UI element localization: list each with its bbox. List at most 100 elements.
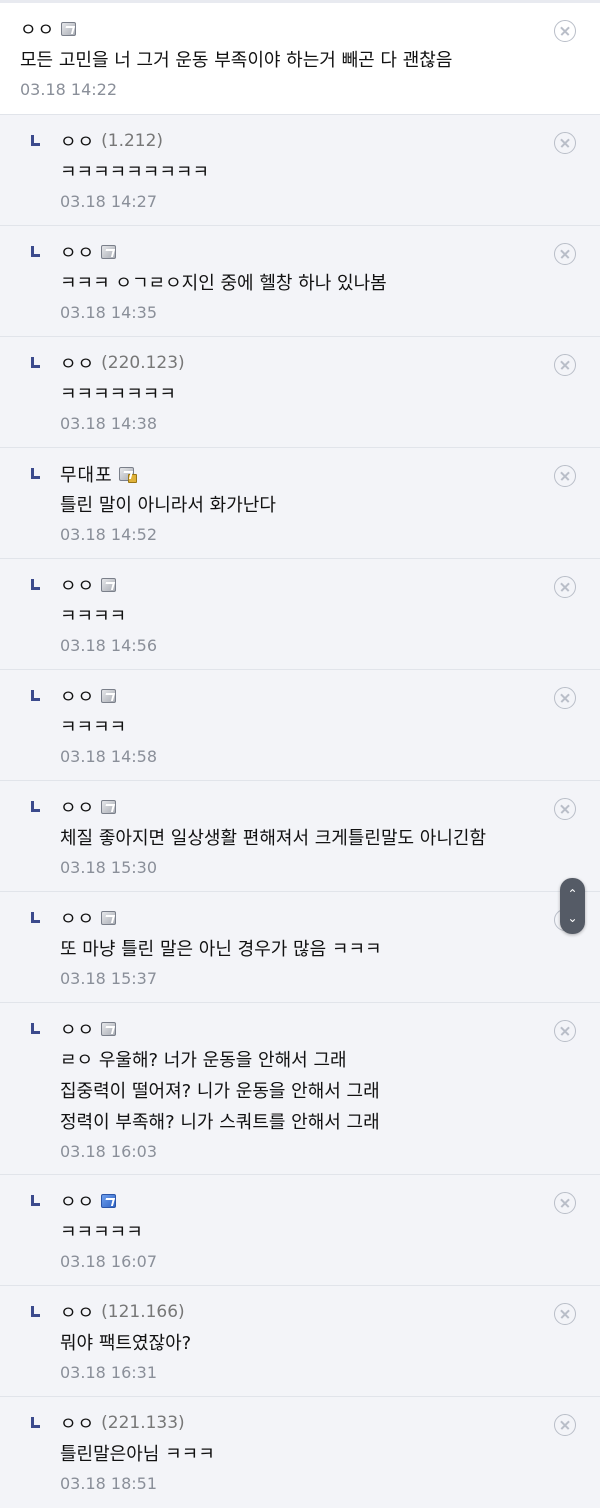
nickname[interactable]: ㅇㅇ (60, 1410, 95, 1436)
reply: 무대포 틀린 말이 아니라서 화가난다 03.18 14:52 (0, 448, 600, 559)
delete-icon[interactable] (554, 1303, 576, 1325)
comment-date: 03.18 18:51 (60, 1474, 157, 1493)
ip-address: (220.123) (101, 353, 185, 373)
nickname[interactable]: ㅇㅇ (60, 572, 95, 598)
nickname[interactable]: ㅇㅇ (20, 16, 55, 42)
gallery-member-icon (101, 245, 117, 259)
comment-header: ㅇㅇ (1.212) (60, 127, 580, 155)
reply: ㅇㅇ (121.166) 뭐야 팩트였잖아? 03.18 16:31 (0, 1286, 600, 1397)
delete-icon[interactable] (554, 1192, 576, 1214)
comment-text: 틀린 말이 아니라서 화가난다 (60, 495, 276, 516)
nickname[interactable]: ㅇㅇ (60, 1188, 95, 1214)
delete-icon[interactable] (554, 354, 576, 376)
nickname[interactable]: ㅇㅇ (60, 794, 95, 820)
comment-date: 03.18 16:03 (60, 1142, 157, 1161)
gallery-member-icon (101, 689, 117, 703)
comment-date: 03.18 14:35 (60, 303, 157, 322)
ip-address: (121.166) (101, 1302, 185, 1322)
delete-icon[interactable] (554, 1020, 576, 1042)
comment-text: ㅋㅋㅋㅋ (60, 606, 127, 627)
reply-arrow-icon (31, 135, 40, 146)
nickname[interactable]: ㅇㅇ (60, 239, 95, 265)
ip-address: (1.212) (101, 131, 164, 151)
comment-header: ㅇㅇ (60, 793, 580, 821)
comment-date: 03.18 16:31 (60, 1363, 157, 1382)
nickname[interactable]: ㅇㅇ (60, 1299, 95, 1325)
comment-text: 틀린말은아님 ㅋㅋㅋ (60, 1444, 215, 1465)
delete-icon[interactable] (554, 798, 576, 820)
reply-arrow-icon (31, 912, 40, 923)
nickname[interactable]: ㅇㅇ (60, 350, 95, 376)
reply-arrow-icon (31, 246, 40, 257)
comment-header: ㅇㅇ (221.133) (60, 1409, 580, 1437)
nickname[interactable]: ㅇㅇ (60, 128, 95, 154)
comment-header: 무대포 (60, 460, 580, 488)
nickname[interactable]: ㅇㅇ (60, 683, 95, 709)
gallery-member-icon (61, 22, 77, 36)
reply: ㅇㅇ ㅋㅋㅋ ㅇㄱㄹㅇ지인 중에 헬창 하나 있나봄 03.18 14:35 (0, 226, 600, 337)
delete-icon[interactable] (554, 465, 576, 487)
comment-text: ㅋㅋㅋㅋ (60, 717, 127, 738)
reply: ㅇㅇ (221.133) 틀린말은아님 ㅋㅋㅋ 03.18 18:51 (0, 1397, 600, 1508)
delete-icon[interactable] (554, 576, 576, 598)
reply-arrow-icon (31, 579, 40, 590)
comment-date: 03.18 14:27 (60, 192, 157, 211)
gallery-member-icon (101, 911, 117, 925)
comment-header: ㅇㅇ (60, 682, 580, 710)
comment-text: ㄹㅇ 우울해? 너가 운동을 안해서 그래 집중력이 떨어져? 니가 운동을 안… (60, 1050, 380, 1133)
comment-text: 또 마냥 틀린 말은 아닌 경우가 많음 ㅋㅋㅋ (60, 939, 382, 960)
nickname[interactable]: ㅇㅇ (60, 1016, 95, 1042)
reply: ㅇㅇ (1.212) ㅋㅋㅋㅋㅋㅋㅋㅋㅋ 03.18 14:27 (0, 115, 600, 226)
comment-date: 03.18 14:38 (60, 414, 157, 433)
delete-icon[interactable] (554, 687, 576, 709)
delete-icon[interactable] (554, 243, 576, 265)
reply: ㅇㅇ ㅋㅋㅋㅋ 03.18 14:56 (0, 559, 600, 670)
reply: ㅇㅇ (220.123) ㅋㅋㅋㅋㅋㅋㅋ 03.18 14:38 (0, 337, 600, 448)
comment-text: 체질 좋아지면 일상생활 편해져서 크게틀린말도 아니긴함 (60, 828, 487, 849)
comment-header: ㅇㅇ (60, 571, 580, 599)
delete-icon[interactable] (554, 20, 576, 42)
comment-text: ㅋㅋㅋㅋㅋ (60, 1222, 143, 1243)
comment-list: ㅇㅇ 모든 고민을 너 그거 운동 부족이야 하는거 빼곤 다 괜찮음 03.1… (0, 3, 600, 1508)
comment-date: 03.18 15:37 (60, 969, 157, 988)
comment-header: ㅇㅇ (60, 238, 580, 266)
comment-text: ㅋㅋㅋㅋㅋㅋㅋㅋㅋ (60, 162, 210, 183)
comment-header: ㅇㅇ (20, 15, 580, 43)
scroll-control[interactable]: ⌃ ⌄ (560, 878, 585, 934)
gallery-member-icon (101, 578, 117, 592)
comment-date: 03.18 15:30 (60, 858, 157, 877)
reply-arrow-icon (31, 1195, 40, 1206)
comment-header: ㅇㅇ (60, 904, 580, 932)
reply-arrow-icon (31, 690, 40, 701)
reply: ㅇㅇ ㅋㅋㅋㅋ 03.18 14:58 (0, 670, 600, 781)
gallery-member-icon (101, 1022, 117, 1036)
reply-arrow-icon (31, 357, 40, 368)
semi-fixed-member-icon (101, 1194, 117, 1208)
reply: ㅇㅇ ㅋㅋㅋㅋㅋ 03.18 16:07 (0, 1175, 600, 1286)
comment-date: 03.18 14:22 (20, 80, 117, 99)
delete-icon[interactable] (554, 132, 576, 154)
comment-text: 모든 고민을 너 그거 운동 부족이야 하는거 빼곤 다 괜찮음 (20, 50, 453, 71)
reply-arrow-icon (31, 1023, 40, 1034)
reply-arrow-icon (31, 1306, 40, 1317)
delete-icon[interactable] (554, 1414, 576, 1436)
reply-arrow-icon (31, 468, 40, 479)
comment-date: 03.18 14:58 (60, 747, 157, 766)
chevron-down-icon[interactable]: ⌄ (560, 912, 585, 924)
gallery-member-icon (101, 800, 117, 814)
ip-address: (221.133) (101, 1413, 185, 1433)
comment-date: 03.18 14:56 (60, 636, 157, 655)
comment-header: ㅇㅇ (60, 1015, 580, 1043)
nickname[interactable]: 무대포 (60, 461, 113, 487)
comment-header: ㅇㅇ (60, 1187, 580, 1215)
reply: ㅇㅇ 또 마냥 틀린 말은 아닌 경우가 많음 ㅋㅋㅋ 03.18 15:37 (0, 892, 600, 1003)
fixed-member-icon (118, 467, 137, 483)
nickname[interactable]: ㅇㅇ (60, 905, 95, 931)
chevron-up-icon[interactable]: ⌃ (560, 888, 585, 900)
reply: ㅇㅇ ㄹㅇ 우울해? 너가 운동을 안해서 그래 집중력이 떨어져? 니가 운동… (0, 1003, 600, 1175)
reply-arrow-icon (31, 1417, 40, 1428)
comment-text: 뭐야 팩트였잖아? (60, 1333, 192, 1354)
comment-text: ㅋㅋㅋㅋㅋㅋㅋ (60, 384, 176, 405)
comment-date: 03.18 16:07 (60, 1252, 157, 1271)
reply-arrow-icon (31, 801, 40, 812)
